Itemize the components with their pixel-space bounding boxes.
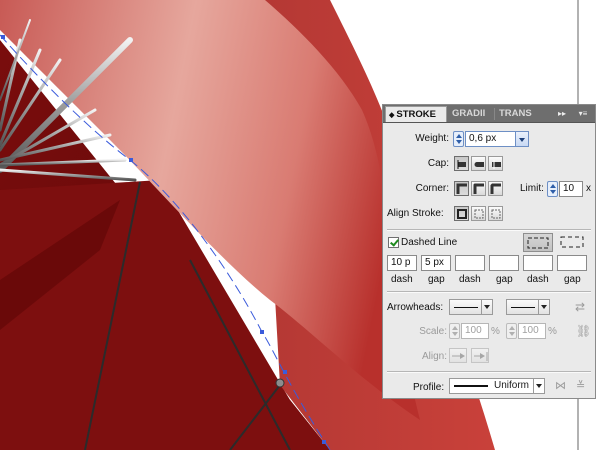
- width-profile-select[interactable]: Uniform: [449, 378, 545, 394]
- section-divider: [387, 371, 591, 373]
- weight-dropdown-button[interactable]: [515, 131, 529, 147]
- width-profile-value: Uniform: [494, 380, 530, 391]
- arrowheads-label: Arrowheads:: [387, 302, 444, 313]
- butt-cap-icon[interactable]: [454, 156, 469, 171]
- preserve-dash-length-icon[interactable]: [523, 233, 553, 252]
- tab-stroke[interactable]: ◆ STROKE: [385, 106, 447, 122]
- start-scale-input[interactable]: 100: [461, 323, 489, 339]
- dash-input-2[interactable]: [455, 255, 485, 271]
- link-scale-icon[interactable]: ⛓: [576, 324, 591, 338]
- gap-input-1[interactable]: 5 px: [421, 255, 451, 271]
- section-divider: [387, 229, 591, 231]
- dashed-line-label: Dashed Line: [401, 237, 458, 248]
- tab-expand-icon: ◆: [389, 112, 395, 119]
- gap-input-3[interactable]: [557, 255, 587, 271]
- swap-arrowheads-icon[interactable]: ⇄: [575, 300, 585, 314]
- end-arrowhead-select[interactable]: [506, 299, 550, 315]
- panel-menu-icon[interactable]: ▾≡: [577, 107, 589, 120]
- align-center-icon[interactable]: [454, 206, 469, 221]
- gap-label-1: gap: [428, 274, 445, 285]
- limit-unit: x: [586, 183, 591, 194]
- section-divider: [387, 291, 591, 293]
- dash-label-2: dash: [459, 274, 481, 285]
- weight-input[interactable]: 0,6 px: [465, 131, 517, 147]
- rib-tip-cap: [275, 378, 285, 388]
- align-inside-icon[interactable]: [471, 206, 486, 221]
- limit-input[interactable]: 10: [559, 181, 583, 197]
- round-join-icon[interactable]: [471, 181, 486, 196]
- weight-stepper[interactable]: [453, 131, 464, 147]
- round-cap-icon[interactable]: [471, 156, 486, 171]
- start-scale-unit: %: [491, 326, 500, 337]
- miter-join-icon[interactable]: [454, 181, 469, 196]
- bevel-join-icon[interactable]: [488, 181, 503, 196]
- projecting-cap-icon[interactable]: [488, 156, 503, 171]
- limit-stepper[interactable]: [547, 181, 558, 197]
- dash-label-1: dash: [391, 274, 413, 285]
- gap-label-3: gap: [564, 274, 581, 285]
- stroke-panel: ◆ STROKE GRADII TRANS ▸▸ ▾≡ Weight: 0,6 p…: [382, 104, 596, 399]
- align-label: Align:: [421, 351, 447, 362]
- collapse-panel-icon[interactable]: ▸▸: [556, 107, 568, 120]
- arrow-tip-at-end-icon[interactable]: [471, 348, 489, 363]
- profile-label: Profile:: [413, 382, 445, 393]
- end-scale-input[interactable]: 100: [518, 323, 546, 339]
- gap-label-2: gap: [496, 274, 513, 285]
- scale-label: Scale:: [419, 326, 447, 337]
- end-scale-stepper[interactable]: [506, 323, 517, 339]
- start-scale-stepper[interactable]: [449, 323, 460, 339]
- dash-input-3[interactable]: [523, 255, 553, 271]
- flip-along-icon[interactable]: ⋈: [555, 379, 566, 392]
- flip-across-icon[interactable]: ≚: [576, 379, 585, 392]
- align-dash-to-corners-icon[interactable]: [557, 233, 587, 252]
- align-outside-icon[interactable]: [488, 206, 503, 221]
- arrow-tip-beyond-end-icon[interactable]: [449, 348, 467, 363]
- cap-label: Cap:: [427, 158, 449, 169]
- dashed-line-checkbox[interactable]: [388, 237, 399, 248]
- dash-input-1[interactable]: 10 p: [387, 255, 417, 271]
- gap-input-2[interactable]: [489, 255, 519, 271]
- end-scale-unit: %: [548, 326, 557, 337]
- tab-gradient[interactable]: GRADII: [449, 106, 493, 122]
- corner-label: Corner:: [415, 183, 449, 194]
- limit-label: Limit:: [520, 183, 544, 194]
- tab-transparency[interactable]: TRANS: [496, 106, 536, 122]
- align-stroke-label: Align Stroke:: [387, 208, 444, 219]
- start-arrowhead-select[interactable]: [449, 299, 493, 315]
- weight-label: Weight:: [415, 133, 449, 144]
- dash-label-3: dash: [527, 274, 549, 285]
- panel-tab-bar: ◆ STROKE GRADII TRANS ▸▸ ▾≡: [383, 105, 595, 123]
